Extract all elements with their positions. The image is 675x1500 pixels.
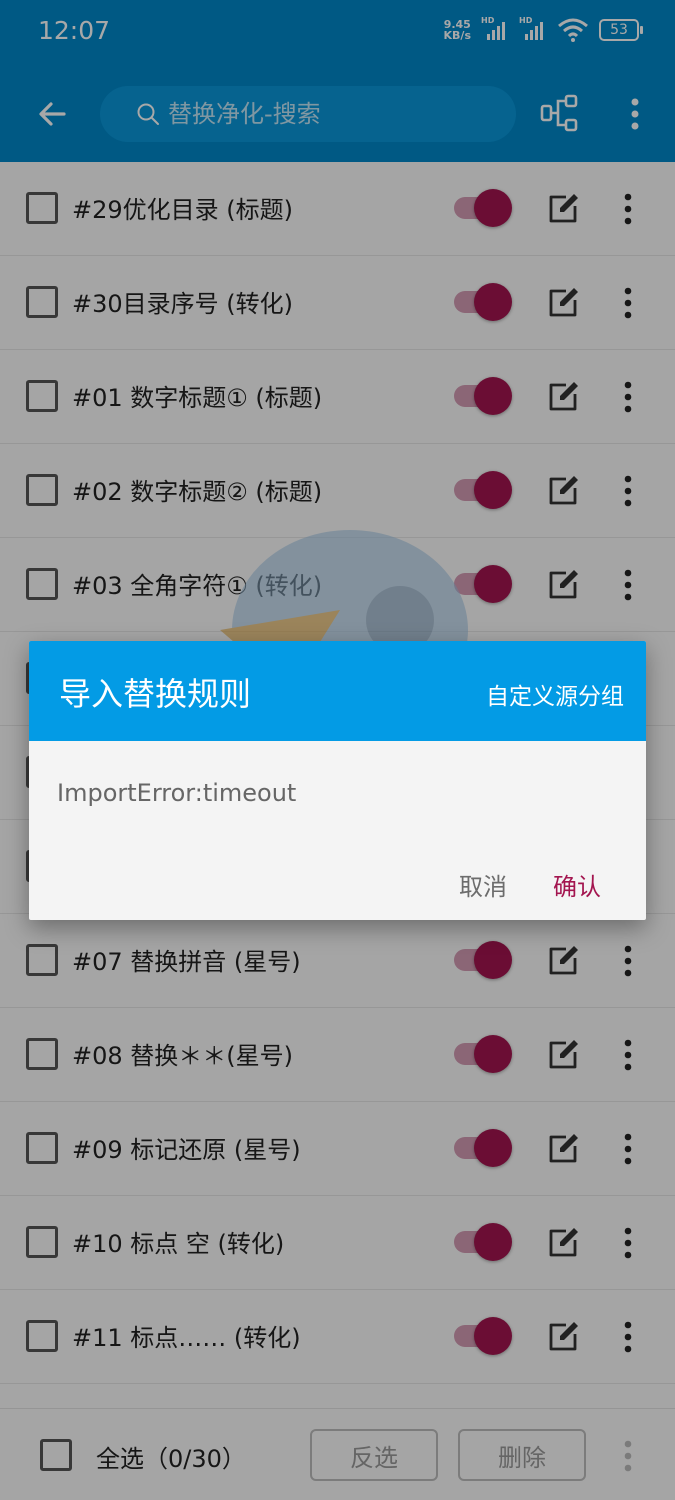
custom-source-group-button[interactable]: 自定义源分组 <box>486 677 624 711</box>
import-rules-dialog: 导入替换规则 自定义源分组 ImportError:timeout 取消 确认 <box>29 641 646 920</box>
confirm-button[interactable]: 确认 <box>553 867 601 902</box>
dialog-message: ImportError:timeout <box>57 779 297 807</box>
dialog-title: 导入替换规则 <box>59 675 252 713</box>
cancel-button[interactable]: 取消 <box>459 867 507 902</box>
dialog-header: 导入替换规则 自定义源分组 <box>29 641 646 741</box>
